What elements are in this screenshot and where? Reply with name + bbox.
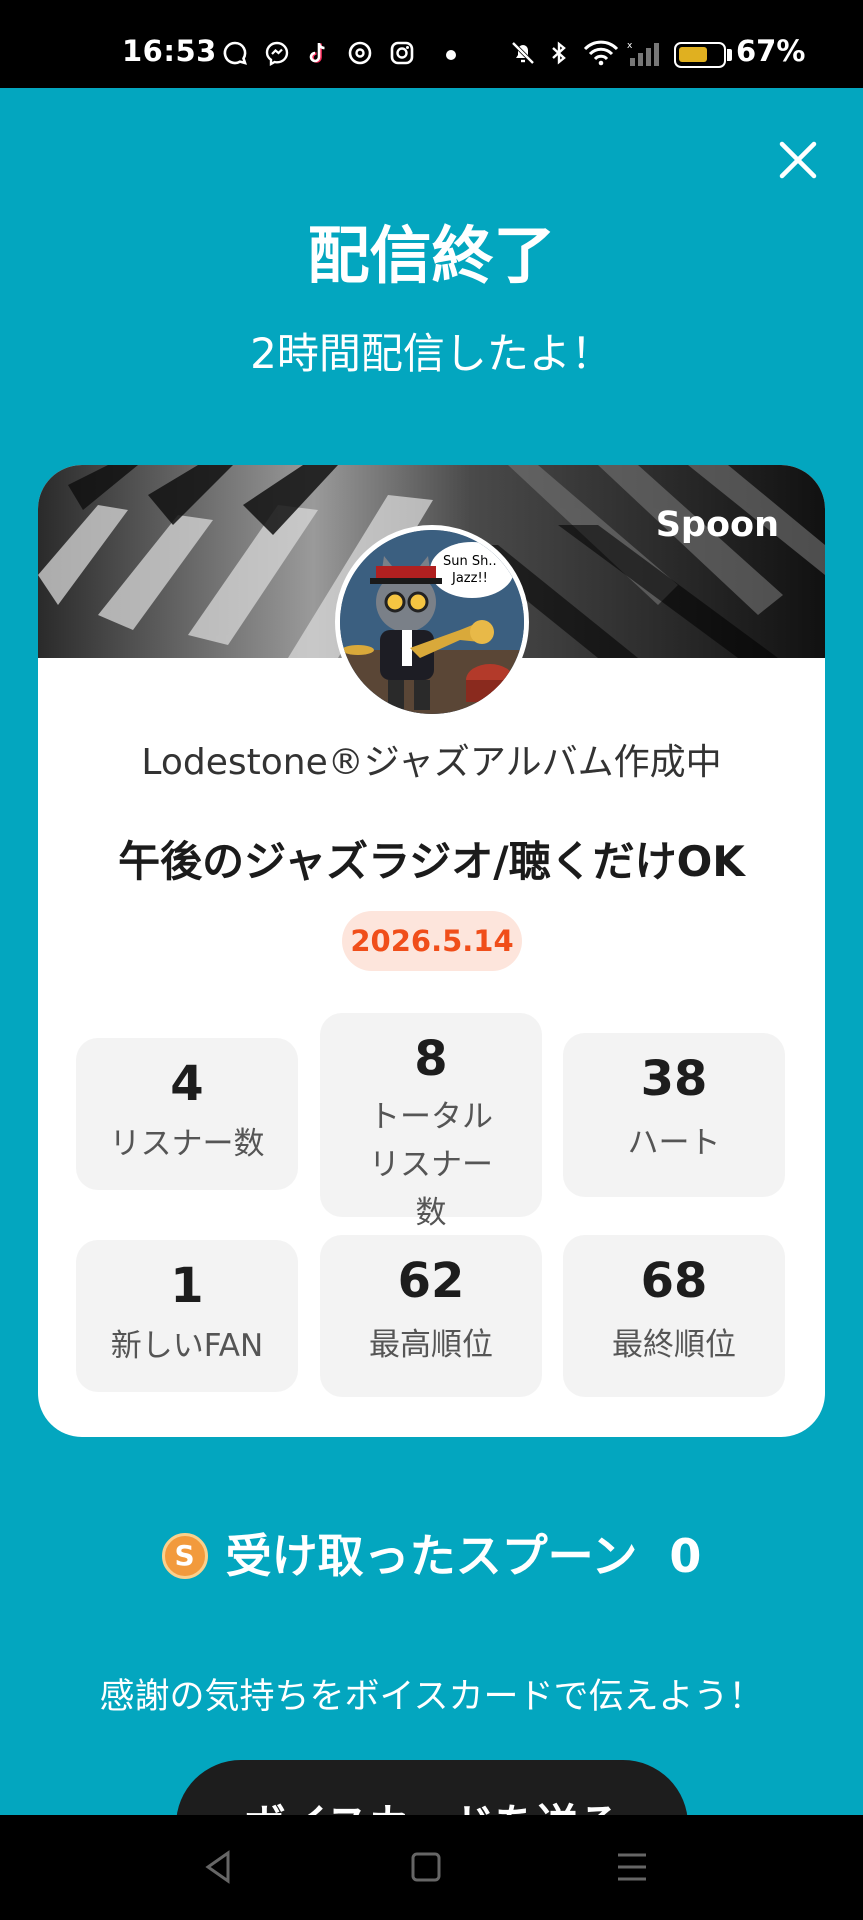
battery-level-fill [679, 47, 707, 62]
avatar-speech-text: Sun Sh.. [443, 554, 497, 569]
wifi-icon [583, 40, 619, 66]
received-spoons: S 受け取ったスプーン 0 [0, 1520, 863, 1586]
summary-card: Spoon Sun Sh.. Jazz!! Lodestone®ジャズアルバム作… [38, 465, 825, 1437]
navigation-bar [0, 1815, 863, 1920]
stat-value: 62 [397, 1253, 465, 1309]
stat-value: 38 [640, 1051, 708, 1107]
live-title: 午後のジャズラジオ/聴くだけOK [118, 837, 745, 886]
broadcast-duration: 2時間配信したよ！ [250, 329, 613, 378]
spoon-logo-text: Spoon [655, 505, 779, 545]
mute-icon [511, 41, 535, 65]
spoons-count: 0 [669, 1529, 702, 1583]
messenger-icon [265, 41, 289, 66]
back-icon[interactable] [198, 1845, 242, 1889]
stat-label: トータルリスナー数 [369, 1099, 493, 1231]
spoons-label: 受け取ったスプーン [225, 1529, 638, 1583]
svg-text:x: x [627, 41, 633, 51]
signal-icon: x [627, 41, 659, 66]
stat-label: リスナー数 [109, 1126, 265, 1162]
stat-label: 新しいFAN [110, 1328, 264, 1364]
tiktok-icon [309, 42, 325, 63]
notification-dot [446, 50, 456, 60]
stat-listeners: 4 リスナー数 [76, 1038, 298, 1190]
close-icon[interactable] [770, 132, 826, 188]
stat-label: ハート [627, 1125, 721, 1161]
stat-new-fans: 1 新しいFAN [76, 1240, 298, 1392]
stat-label: 最高順位 [369, 1327, 493, 1363]
host-avatar[interactable]: Sun Sh.. Jazz!! [335, 525, 529, 719]
status-bar: 16:53 x 67% [0, 0, 863, 88]
stat-hearts: 38 ハート [563, 1033, 785, 1197]
stat-final-rank: 68 最終順位 [563, 1235, 785, 1397]
bluetooth-icon [552, 41, 566, 65]
stat-value: 8 [414, 1031, 448, 1087]
menu-icon[interactable] [610, 1845, 654, 1889]
stat-total-listeners: 8 トータルリスナー数 [320, 1013, 542, 1231]
stat-value: 4 [170, 1056, 204, 1112]
thanks-message: 感謝の気持ちをボイスカードで伝えよう！ [99, 1677, 764, 1717]
battery-percent: 67% [736, 34, 806, 68]
status-time: 16:53 [122, 34, 217, 68]
instagram-icon [390, 41, 414, 65]
home-icon[interactable] [404, 1845, 448, 1889]
spoon-coin-icon: S [161, 1532, 208, 1579]
battery-icon [674, 42, 726, 68]
stat-label: 最終順位 [612, 1327, 736, 1363]
stat-value: 68 [640, 1253, 708, 1309]
svg-text:Jazz!!: Jazz!! [451, 571, 488, 586]
broadcast-date: 2026.5.14 [342, 911, 522, 971]
stat-value: 1 [170, 1258, 204, 1314]
page-title: 配信終了 [307, 219, 556, 292]
stat-highest-rank: 62 最高順位 [320, 1235, 542, 1397]
threads-icon [348, 41, 372, 65]
host-name: Lodestone®ジャズアルバム作成中 [141, 742, 722, 783]
chat-icon [223, 41, 247, 65]
